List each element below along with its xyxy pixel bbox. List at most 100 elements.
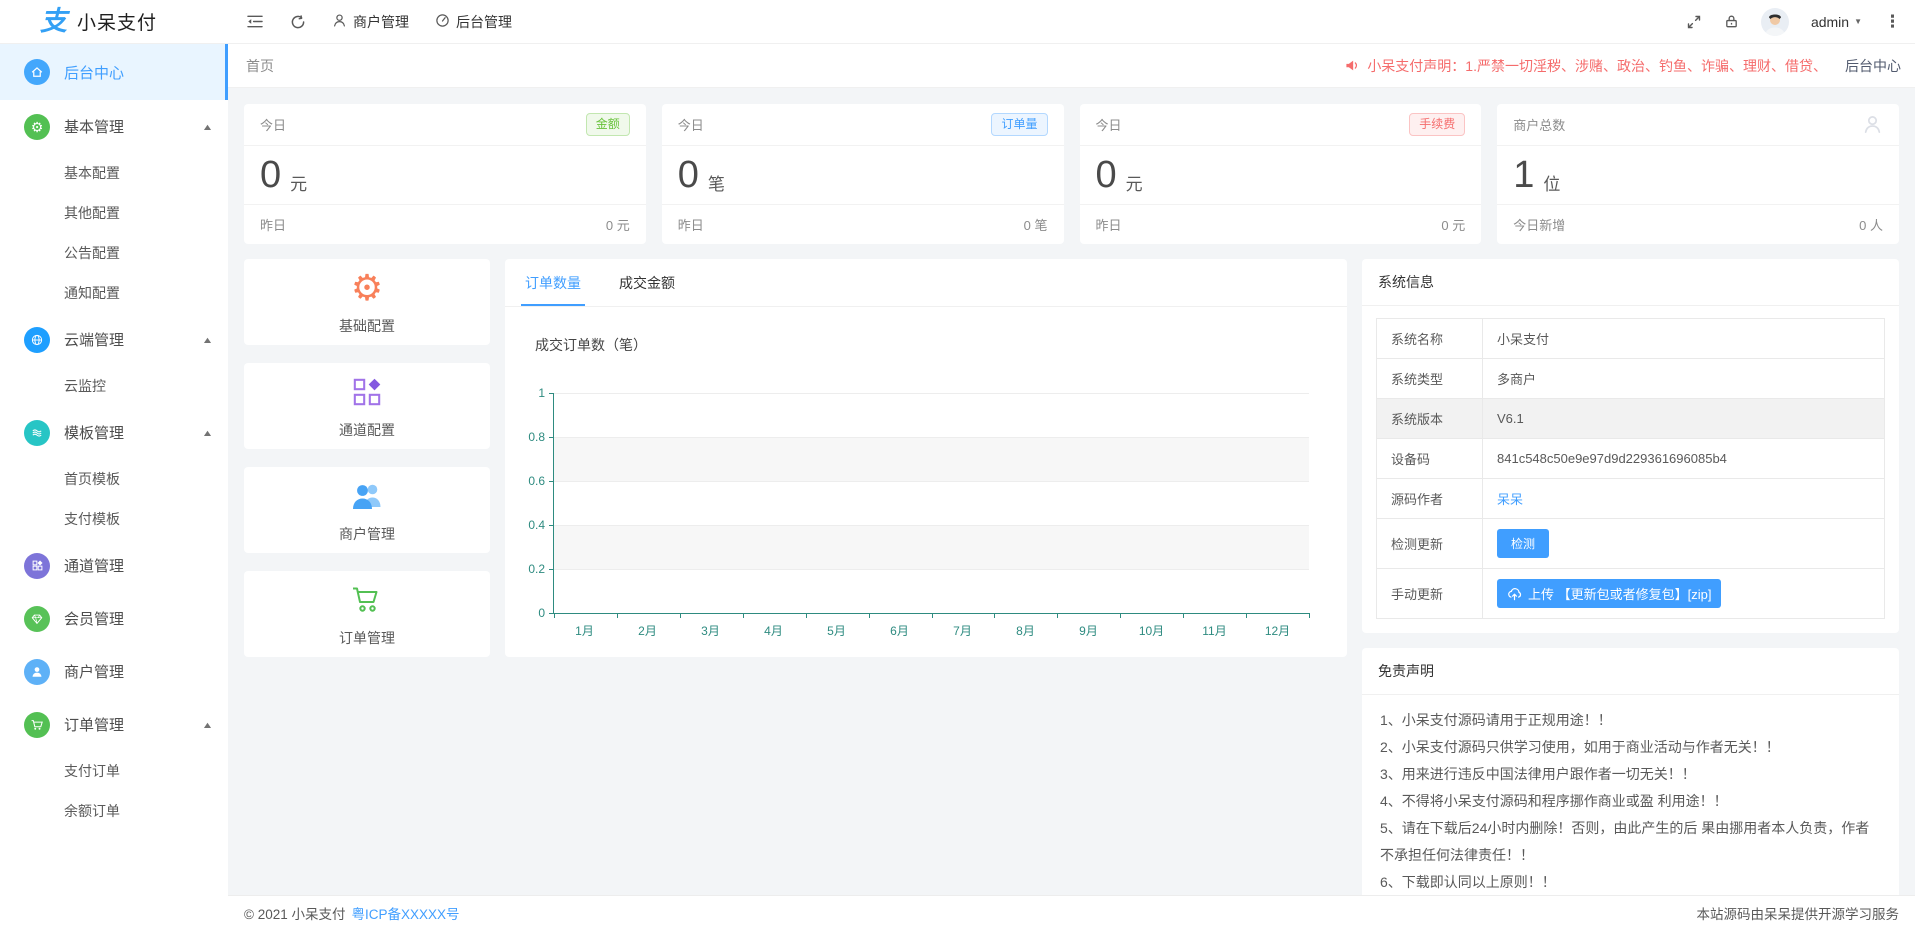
sidebar-item[interactable]: 通道管理: [0, 539, 228, 592]
nav-label: 后台管理: [456, 12, 512, 32]
refresh-icon[interactable]: [290, 14, 306, 30]
stat-unit: 位: [1543, 170, 1560, 195]
stat-value: 0: [260, 156, 281, 194]
sidebar-item-label: 会员管理: [64, 608, 124, 629]
chart-tab[interactable]: 订单数量: [521, 259, 585, 306]
gridline: [554, 525, 1309, 526]
caret-down-icon: ▼: [1854, 17, 1862, 26]
breadcrumb-home[interactable]: 首页: [246, 56, 274, 76]
sidebar-item[interactable]: 模板管理 ▲: [0, 406, 228, 459]
user-menu[interactable]: admin ▼: [1811, 14, 1862, 30]
stat-card: 今日金额 0 元 昨日 0 元: [244, 104, 646, 244]
x-axis-tick: [743, 613, 744, 618]
system-info-row: 源码作者 呆呆: [1377, 479, 1885, 519]
sidebar-subitem[interactable]: 余额订单: [0, 791, 228, 831]
sidebar-item[interactable]: 会员管理: [0, 592, 228, 645]
sidebar-subitem[interactable]: 支付订单: [0, 751, 228, 791]
nav-label: 商户管理: [353, 12, 409, 32]
pay-logo-icon: 支: [40, 8, 67, 35]
y-axis-tick: [549, 569, 554, 570]
stat-footer-value: 0 笔: [1024, 215, 1048, 234]
disclaimer-panel: 免责声明 1、小呆支付源码请用于正规用途！！2、小呆支付源码只供学习使用，如用于…: [1362, 648, 1899, 895]
check-update-button[interactable]: 检测: [1497, 529, 1549, 558]
gear-icon: ⚙: [24, 114, 50, 140]
system-info-title: 系统信息: [1362, 259, 1899, 306]
upload-package-button[interactable]: 上传 【更新包或者修复包】[zip]: [1497, 579, 1721, 608]
system-info-label: 设备码: [1377, 439, 1483, 479]
quick-action-商户管理[interactable]: 商户管理: [244, 467, 490, 553]
sidebar-subitem[interactable]: 支付模板: [0, 499, 228, 539]
sidebar-item-label: 商户管理: [64, 661, 124, 682]
sidebar-subitem[interactable]: 通知配置: [0, 273, 228, 313]
stat-card-footer: 昨日 0 元: [1080, 204, 1482, 244]
disclaimer-line: 1、小呆支付源码请用于正规用途！！: [1380, 707, 1881, 734]
system-info-row: 手动更新 上传 【更新包或者修复包】[zip]: [1377, 569, 1885, 619]
system-info-table: 系统名称 小呆支付 系统类型 多商户 系统版本 V6.1 设备码 841c548…: [1376, 318, 1885, 619]
chevron-up-icon: ▲: [202, 428, 214, 438]
y-axis-label: 0.8: [528, 430, 545, 444]
x-axis-label: 4月: [742, 622, 805, 639]
quick-action-label: 基础配置: [339, 316, 395, 336]
system-info-panel: 系统信息 系统名称 小呆支付 系统类型 多商户 系统版本 V6.1 设备码 84…: [1362, 259, 1899, 633]
author-link[interactable]: 呆呆: [1497, 492, 1523, 507]
dashboard-icon: [435, 13, 450, 31]
quick-action-基础配置[interactable]: ⚙ 基础配置: [244, 259, 490, 345]
sidebar-item-label: 通道管理: [64, 555, 124, 576]
sidebar-item[interactable]: ⚙ 基本管理 ▲: [0, 100, 228, 153]
app-logo: 支 小呆支付: [0, 0, 228, 43]
system-info-label: 源码作者: [1377, 479, 1483, 519]
footer-icp-link[interactable]: 粤ICP备XXXXX号: [351, 903, 459, 923]
cart-tile-icon: [351, 581, 383, 619]
y-axis-tick: [549, 525, 554, 526]
sidebar-item[interactable]: 商户管理: [0, 645, 228, 698]
chart-tab[interactable]: 成交金额: [615, 259, 679, 306]
sidebar-subitem[interactable]: 基本配置: [0, 153, 228, 193]
quick-action-通道配置[interactable]: 通道配置: [244, 363, 490, 449]
user-avatar[interactable]: [1761, 8, 1789, 36]
stat-card-header: 今日手续费: [1080, 104, 1482, 146]
fullscreen-icon[interactable]: [1686, 14, 1702, 30]
y-axis-label: 1: [538, 386, 545, 400]
disclaimer-line: 4、不得将小呆支付源码和程序挪作商业或盈 利用途！！: [1380, 788, 1881, 815]
footer-right-text: 本站源码由呆呆提供开源学习服务: [1697, 903, 1900, 923]
system-info-label: 检测更新: [1377, 519, 1483, 569]
nav-merchant-admin[interactable]: 商户管理: [332, 12, 409, 32]
y-axis-label: 0.2: [528, 562, 545, 576]
sidebar-item[interactable]: 订单管理 ▲: [0, 698, 228, 751]
collapse-menu-icon[interactable]: [246, 14, 264, 29]
stat-card-header: 今日金额: [244, 104, 646, 146]
nav-backend-admin[interactable]: 后台管理: [435, 12, 512, 32]
sidebar-subitem[interactable]: 云监控: [0, 366, 228, 406]
stat-footer-label: 昨日: [678, 215, 704, 234]
chart-plot: 10.80.60.40.20: [553, 393, 1309, 614]
system-info-label: 手动更新: [1377, 569, 1483, 619]
stat-card: 今日订单量 0 笔 昨日 0 笔: [662, 104, 1064, 244]
footer-copyright: © 2021 小呆支付: [244, 903, 345, 923]
cloud-upload-icon: [1507, 587, 1522, 601]
stat-footer-label: 昨日: [1096, 215, 1122, 234]
current-tab[interactable]: 后台中心: [1845, 56, 1901, 76]
x-axis-label: 10月: [1120, 622, 1183, 639]
x-axis-label: 9月: [1057, 622, 1120, 639]
sidebar-subitem[interactable]: 首页模板: [0, 459, 228, 499]
y-axis-label: 0: [538, 606, 545, 620]
sidebar-item[interactable]: 后台中心: [0, 44, 228, 100]
quick-actions-column: ⚙ 基础配置 通道配置 商户管理 订单管理: [244, 259, 490, 657]
gridline: [554, 569, 1309, 570]
x-axis-label: 3月: [679, 622, 742, 639]
home-icon: [24, 59, 50, 85]
quick-action-订单管理[interactable]: 订单管理: [244, 571, 490, 657]
sidebar-item[interactable]: 云端管理 ▲: [0, 313, 228, 366]
notice-marquee: 小呆支付声明：1.严禁一切淫秽、涉赌、政治、钓鱼、诈骗、理财、借贷、: [1345, 56, 1827, 76]
lock-icon[interactable]: [1724, 14, 1739, 29]
sidebar-subitem[interactable]: 其他配置: [0, 193, 228, 233]
more-vertical-icon[interactable]: ⋮: [1884, 12, 1901, 32]
right-column: 系统信息 系统名称 小呆支付 系统类型 多商户 系统版本 V6.1 设备码 84…: [1362, 259, 1899, 895]
stat-card-header: 商户总数: [1497, 104, 1899, 146]
sidebar-subitem[interactable]: 公告配置: [0, 233, 228, 273]
system-info-row: 系统名称 小呆支付: [1377, 319, 1885, 359]
grid-icon: [24, 553, 50, 579]
gem-icon: [24, 606, 50, 632]
stat-footer-value: 0 元: [1441, 215, 1465, 234]
stat-footer-label: 昨日: [260, 215, 286, 234]
